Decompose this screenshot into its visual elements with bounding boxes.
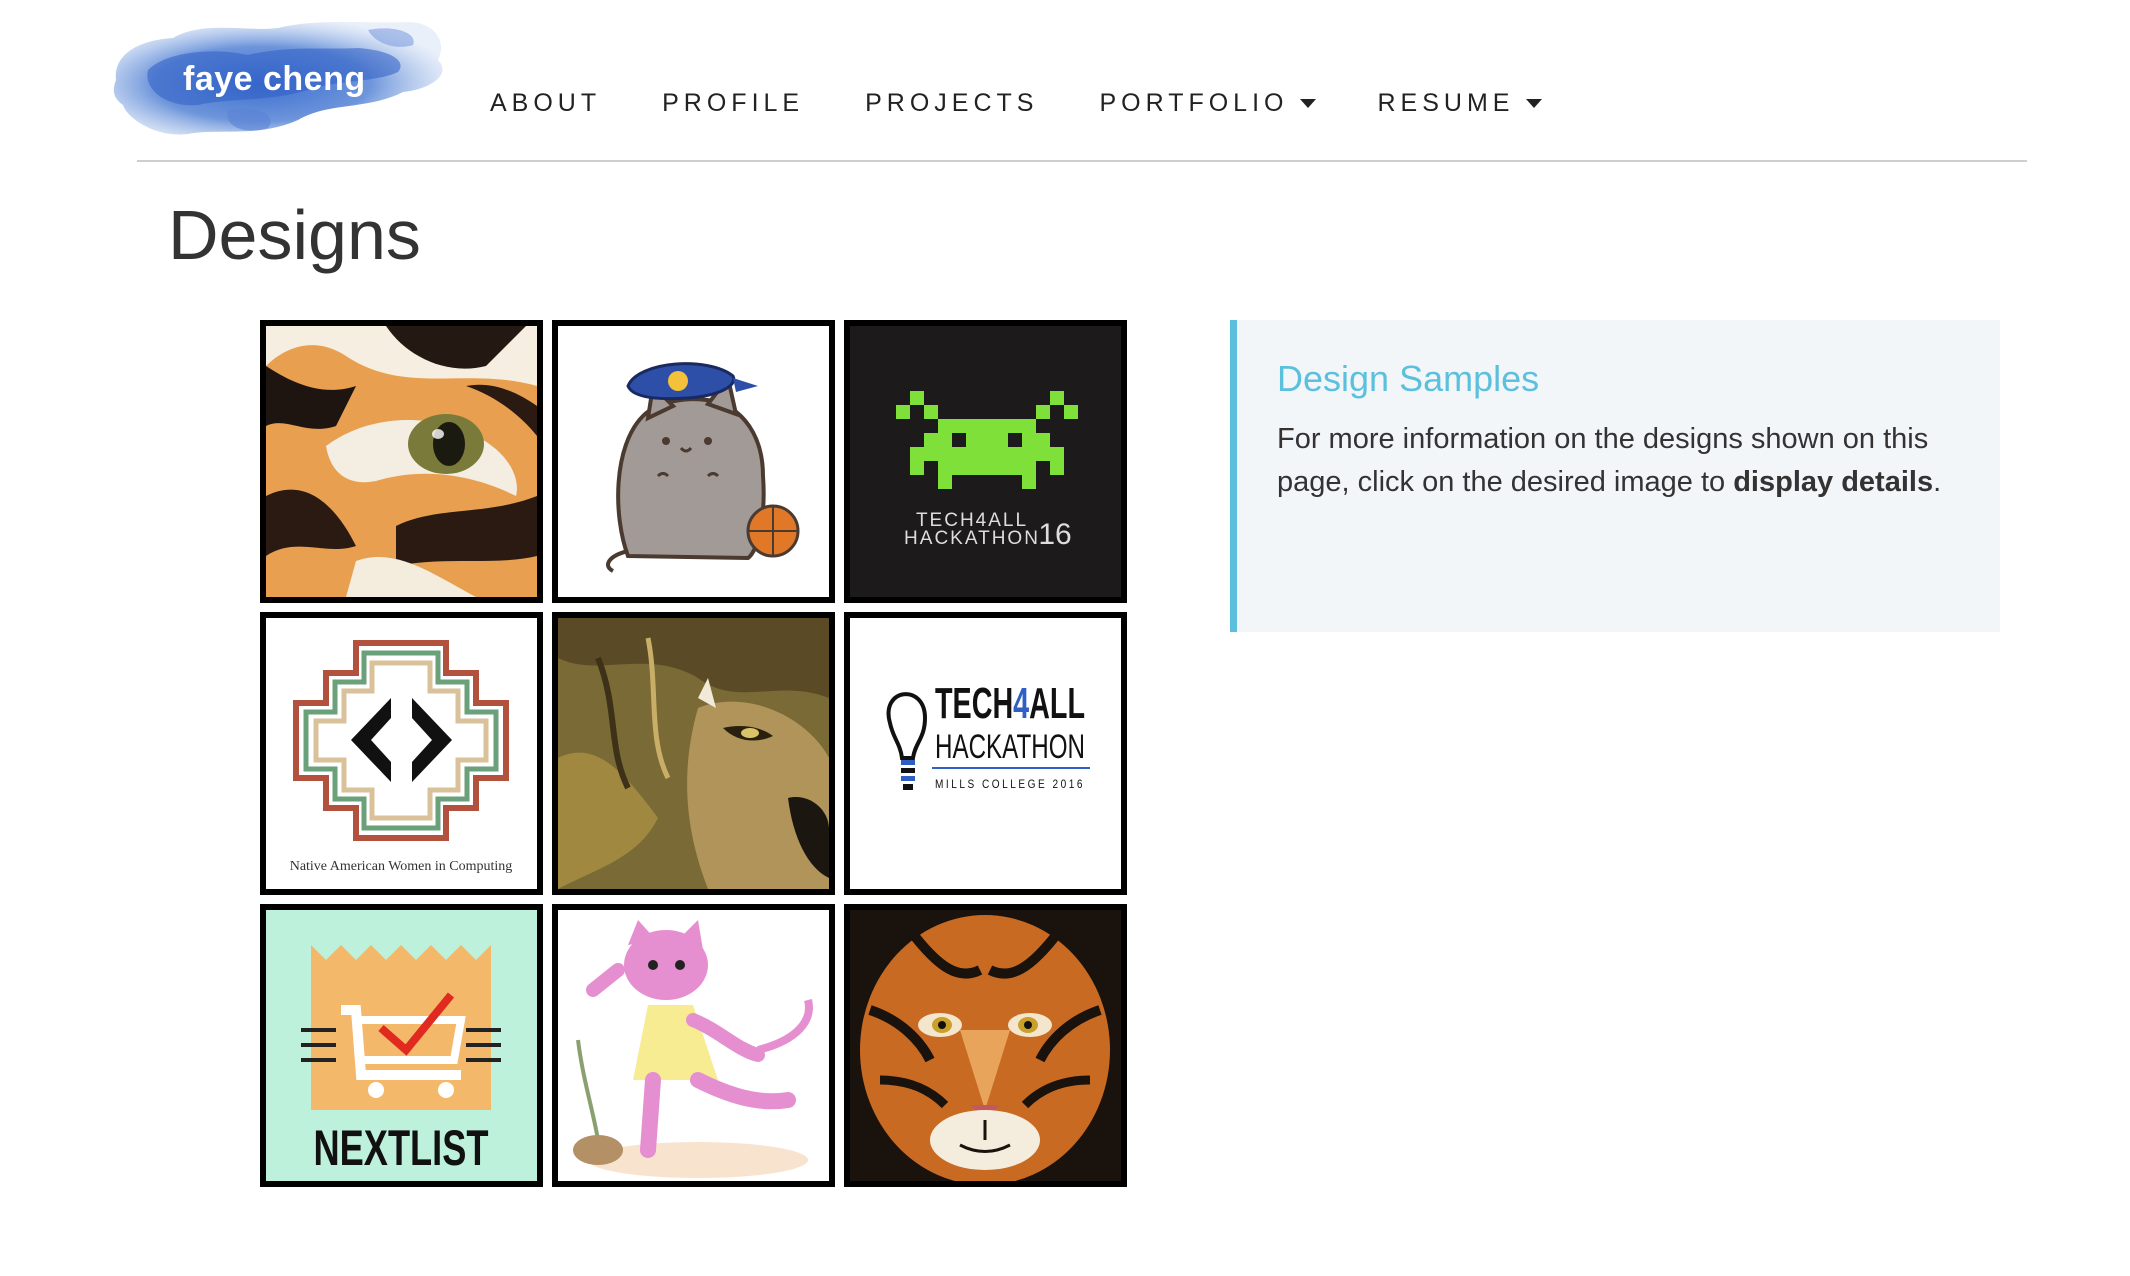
nav-about-label: ABOUT [490, 88, 602, 117]
design-thumb-pusheen[interactable] [552, 320, 835, 603]
design-thumb-tiger-eye[interactable] [260, 320, 543, 603]
pink-cat-image [558, 910, 829, 1181]
lion-image [558, 618, 829, 889]
tshirt-text-line2: HACKATHON [904, 528, 1040, 549]
tiger-eye-image [266, 326, 537, 597]
design-samples-panel: Design Samples For more information on t… [1230, 320, 2000, 632]
design-thumb-nextlist[interactable]: NEXTLIST [260, 904, 543, 1187]
space-invader-image: TECH4ALLHACKATHON16 [850, 326, 1121, 597]
design-thumb-pink-cat[interactable] [552, 904, 835, 1187]
caret-down-icon [1526, 98, 1543, 108]
design-thumb-nawic[interactable]: Native American Women in Computing [260, 612, 543, 895]
tech4all-lightbulb-logo: TECH4ALLHACKATHON MILLS COLLEGE 2016 [850, 618, 1121, 889]
site-logo[interactable]: faye cheng [108, 10, 453, 145]
panel-title: Design Samples [1277, 358, 1540, 399]
design-gallery: TECH4ALL HACKATHON 16 Native American Wome… [260, 320, 1127, 1187]
nawic-logo-image: Native American Women in Computing [266, 618, 537, 889]
panel-text-end: . [1933, 466, 1942, 498]
tshirt-text-year: 16 [1038, 518, 1071, 551]
nav-portfolio-label: PORTFOLIO [1099, 88, 1289, 117]
nav-resume-label: RESUME [1377, 88, 1515, 117]
tech4all-subtitle: HACKATHON [935, 728, 1085, 766]
pusheen-cat-image [558, 326, 829, 597]
tech4all-title: TECH4ALL [935, 679, 1085, 728]
logo-text: faye cheng [183, 60, 366, 98]
nav-profile[interactable]: PROFILE [662, 89, 804, 118]
nav-resume-dropdown[interactable]: RESUME [1377, 88, 1543, 118]
header-divider [137, 160, 2027, 162]
nav-about[interactable]: ABOUT [490, 89, 601, 118]
panel-text-emphasis: display details [1733, 466, 1934, 498]
nawic-caption: Native American Women in Computing [290, 859, 513, 874]
nav-profile-label: PROFILE [662, 88, 805, 117]
nav-projects[interactable]: PROJECTS [865, 89, 1038, 118]
nav-projects-label: PROJECTS [865, 88, 1039, 117]
panel-description: For more information on the designs show… [1277, 418, 1960, 504]
tiger-face-image [850, 910, 1121, 1181]
nav-portfolio-dropdown[interactable]: PORTFOLIO [1099, 88, 1317, 118]
caret-down-icon [1300, 98, 1317, 108]
design-thumb-tiger-face[interactable] [844, 904, 1127, 1187]
design-thumb-tech4all-logo[interactable]: TECH4ALL HACKATHON MILLS COLLEGE 2016 [844, 612, 1127, 895]
nextlist-caption: NEXTLIST [314, 1120, 489, 1176]
page-title: Designs [168, 196, 421, 274]
nextlist-cart-logo: NEXTLIST [266, 910, 537, 1181]
page: faye cheng ABOUT PROFILE PROJECTS PORTFO… [0, 0, 2130, 1276]
design-thumb-tech4all-shirt[interactable]: TECH4ALL HACKATHON 16 [844, 320, 1127, 603]
design-thumb-lion[interactable] [552, 612, 835, 895]
tech4all-college: MILLS COLLEGE 2016 [935, 777, 1085, 791]
main-nav: ABOUT PROFILE PROJECTS PORTFOLIO RESUME [490, 86, 1603, 120]
